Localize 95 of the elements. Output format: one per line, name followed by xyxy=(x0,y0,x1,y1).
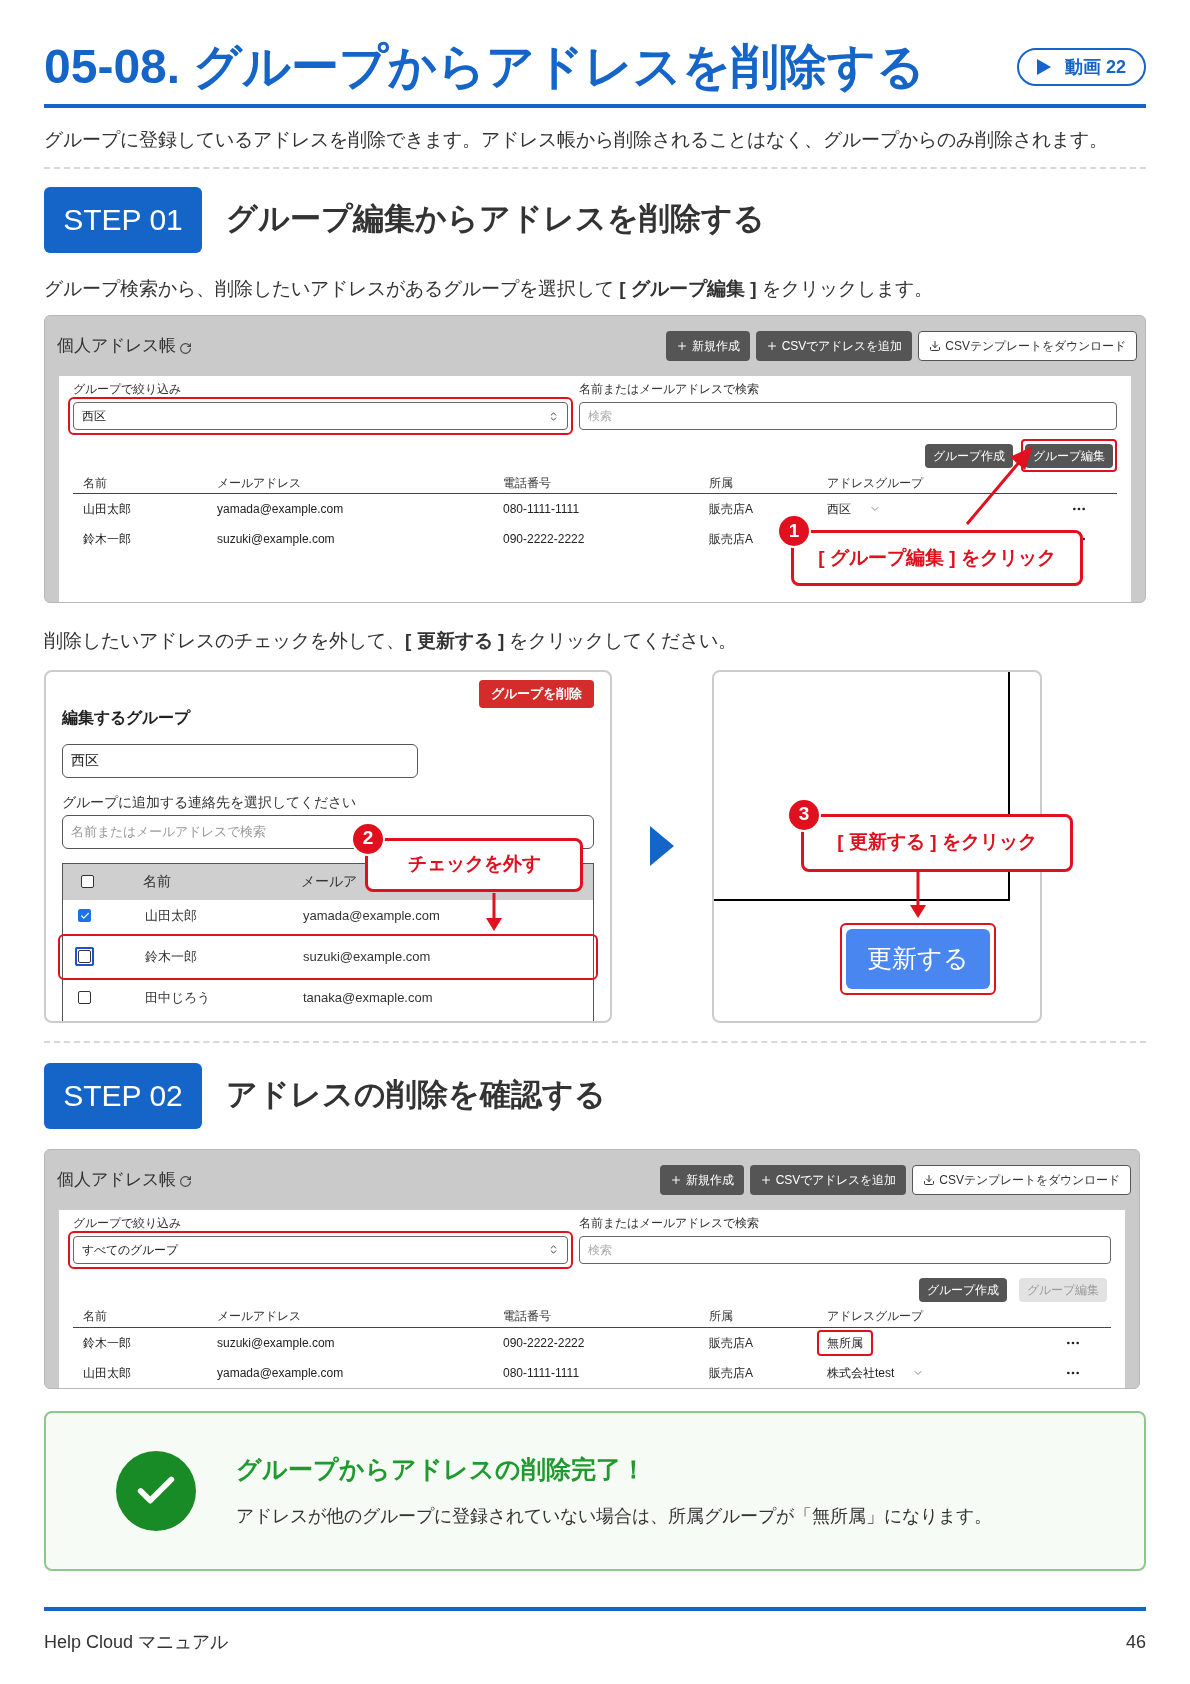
column-header: 電話番号 xyxy=(503,1308,552,1325)
group-button[interactable]: グループ作成 xyxy=(925,444,1013,468)
table-cell-text: tanaka@exmaple.com xyxy=(302,988,433,1007)
table-cell-text: suzuki@example.com xyxy=(217,531,335,548)
checkbox[interactable] xyxy=(81,875,94,888)
table-cell-text: 山田太郎 xyxy=(144,906,197,925)
refresh-icon[interactable] xyxy=(179,341,192,355)
group-button[interactable]: グループ編集 xyxy=(1025,444,1113,468)
search-field[interactable]: 検索 xyxy=(579,1235,1111,1264)
checkbox[interactable] xyxy=(78,991,91,1004)
video-badge[interactable]: 動画 22 xyxy=(1016,48,1146,86)
group-select[interactable]: すべてのグループ xyxy=(73,1235,568,1264)
instruction-text: グループ検索から、削除したいアドレスがあるグループを選択して [ グループ編集 ] をクリックします。 xyxy=(44,276,934,301)
app-title: 個人アドレス帳 xyxy=(57,1168,176,1191)
download-icon xyxy=(923,1173,936,1186)
next-arrow-icon xyxy=(650,826,674,866)
table-cell-text: 鈴木一郎 xyxy=(144,947,197,966)
step-badge: STEP 01 xyxy=(44,186,202,253)
table-cell-text: 鈴木一郎 xyxy=(83,531,131,548)
toolbar-button[interactable]: 新規作成 xyxy=(665,331,750,361)
field-label: 名前またはメールアドレスで検索 xyxy=(579,382,760,397)
column-header: メールア xyxy=(300,872,357,891)
table-cell-text: 鈴木一郎 xyxy=(83,1334,131,1352)
table-cell-text: 販売店A xyxy=(709,1364,753,1382)
column-header: 名前 xyxy=(83,1308,108,1325)
table-cell-text: yamada@example.com xyxy=(302,906,440,925)
check-icon xyxy=(79,910,90,921)
column-header: 名前 xyxy=(83,474,108,492)
intro-text: グループに登録しているアドレスを削除できます。アドレス帳から削除されることはなく、グループからのみ削除されます。 xyxy=(44,126,1146,169)
table-cell-text: 西区 xyxy=(826,501,852,518)
toolbar-button[interactable]: CSVでアドレスを追加 xyxy=(755,331,913,361)
table-cell-text: 田中じろう xyxy=(144,988,210,1007)
column-header: メールアドレス xyxy=(217,474,302,492)
step-badge: STEP 02 xyxy=(44,1062,202,1129)
step-number-badge: 2 xyxy=(351,821,385,856)
download-icon xyxy=(929,340,942,352)
table-cell-text: 販売店A xyxy=(709,1334,753,1352)
panel-heading: 編集するグループ xyxy=(62,707,192,728)
completion-title: グループからアドレスの削除完了！ xyxy=(236,1454,647,1486)
field-label: グループで絞り込み xyxy=(73,382,182,397)
field-label: グループに追加する連絡先を選択してください xyxy=(62,792,357,812)
callout-text: チェックを外す xyxy=(407,852,541,877)
table-cell-text: 販売店A xyxy=(709,501,753,518)
plus-icon xyxy=(669,1173,682,1186)
table-cell-text: 山田太郎 xyxy=(83,501,131,518)
table-cell-text: suzuki@example.com xyxy=(302,947,431,966)
column-header: 所属 xyxy=(709,1308,734,1325)
column-header: 名前 xyxy=(142,872,171,891)
play-icon xyxy=(1036,59,1051,75)
table-cell-text: 株式会社test xyxy=(826,1364,896,1382)
table-cell-text: 090-2222-2222 xyxy=(503,1334,585,1352)
step-title: グループ編集からアドレスを削除する xyxy=(226,200,765,239)
group-name-field[interactable]: 西区 xyxy=(62,743,418,778)
column-header: アドレスグループ xyxy=(827,1308,925,1325)
toolbar-button[interactable]: CSVでアドレスを追加 xyxy=(749,1164,907,1195)
table-cell: 無所属 xyxy=(817,1329,873,1356)
column-header: 電話番号 xyxy=(503,474,552,492)
plus-icon xyxy=(675,340,688,352)
plus-icon xyxy=(759,1173,772,1186)
toolbar-button[interactable]: CSVテンプレートをダウンロード xyxy=(912,1164,1131,1195)
step-title: アドレスの削除を確認する xyxy=(226,1076,606,1115)
checkbox[interactable] xyxy=(78,909,91,922)
table-cell-text: suzuki@example.com xyxy=(217,1334,335,1352)
column-header: メールアドレス xyxy=(217,1308,302,1325)
footer-text: Help Cloud マニュアル xyxy=(44,1630,229,1654)
update-button[interactable]: 更新する xyxy=(846,928,990,989)
completion-message: アドレスが他のグループに登録されていない場合は、所属グループが「無所属」になります。 xyxy=(236,1504,992,1528)
table-cell-text: yamada@example.com xyxy=(217,501,344,518)
callout-text: [ グループ編集 ] をクリック xyxy=(818,545,1056,570)
app-title: 個人アドレス帳 xyxy=(57,335,176,358)
delete-group-button[interactable]: グループを削除 xyxy=(479,679,594,708)
group-select[interactable]: 西区 xyxy=(73,402,568,430)
table-cell-text: 080-1111-1111 xyxy=(503,1364,580,1382)
step-number-badge: 3 xyxy=(787,797,821,832)
toolbar-button[interactable]: 新規作成 xyxy=(659,1164,744,1195)
callout-text: [ 更新する ] をクリック xyxy=(837,830,1037,855)
select-arrows-icon xyxy=(548,410,559,422)
field-label: グループで絞り込み xyxy=(73,1215,182,1231)
page-number: 46 xyxy=(1125,1630,1146,1654)
table-cell-text: yamada@example.com xyxy=(217,1364,344,1382)
select-arrows-icon xyxy=(548,1244,559,1255)
column-header: 所属 xyxy=(709,474,734,492)
toolbar-button[interactable]: CSVテンプレートをダウンロード xyxy=(918,331,1137,361)
table-cell-text: 販売店A xyxy=(709,531,753,548)
table-cell-text: 080-1111-1111 xyxy=(503,501,580,518)
column-header: アドレスグループ xyxy=(827,474,925,492)
table-cell-text: 090-2222-2222 xyxy=(503,531,585,548)
field-label: 名前またはメールアドレスで検索 xyxy=(579,1215,760,1231)
search-field[interactable]: 検索 xyxy=(579,402,1117,430)
instruction-text: 削除したいアドレスのチェックを外して、[ 更新する ] をクリックしてください。 xyxy=(44,629,739,653)
plus-icon xyxy=(765,340,778,352)
group-button[interactable]: グループ作成 xyxy=(919,1277,1007,1302)
refresh-icon[interactable] xyxy=(179,1175,192,1188)
page-title: 05-08. グループからアドレスを削除する xyxy=(44,39,926,95)
table-cell-text: 山田太郎 xyxy=(83,1364,131,1382)
